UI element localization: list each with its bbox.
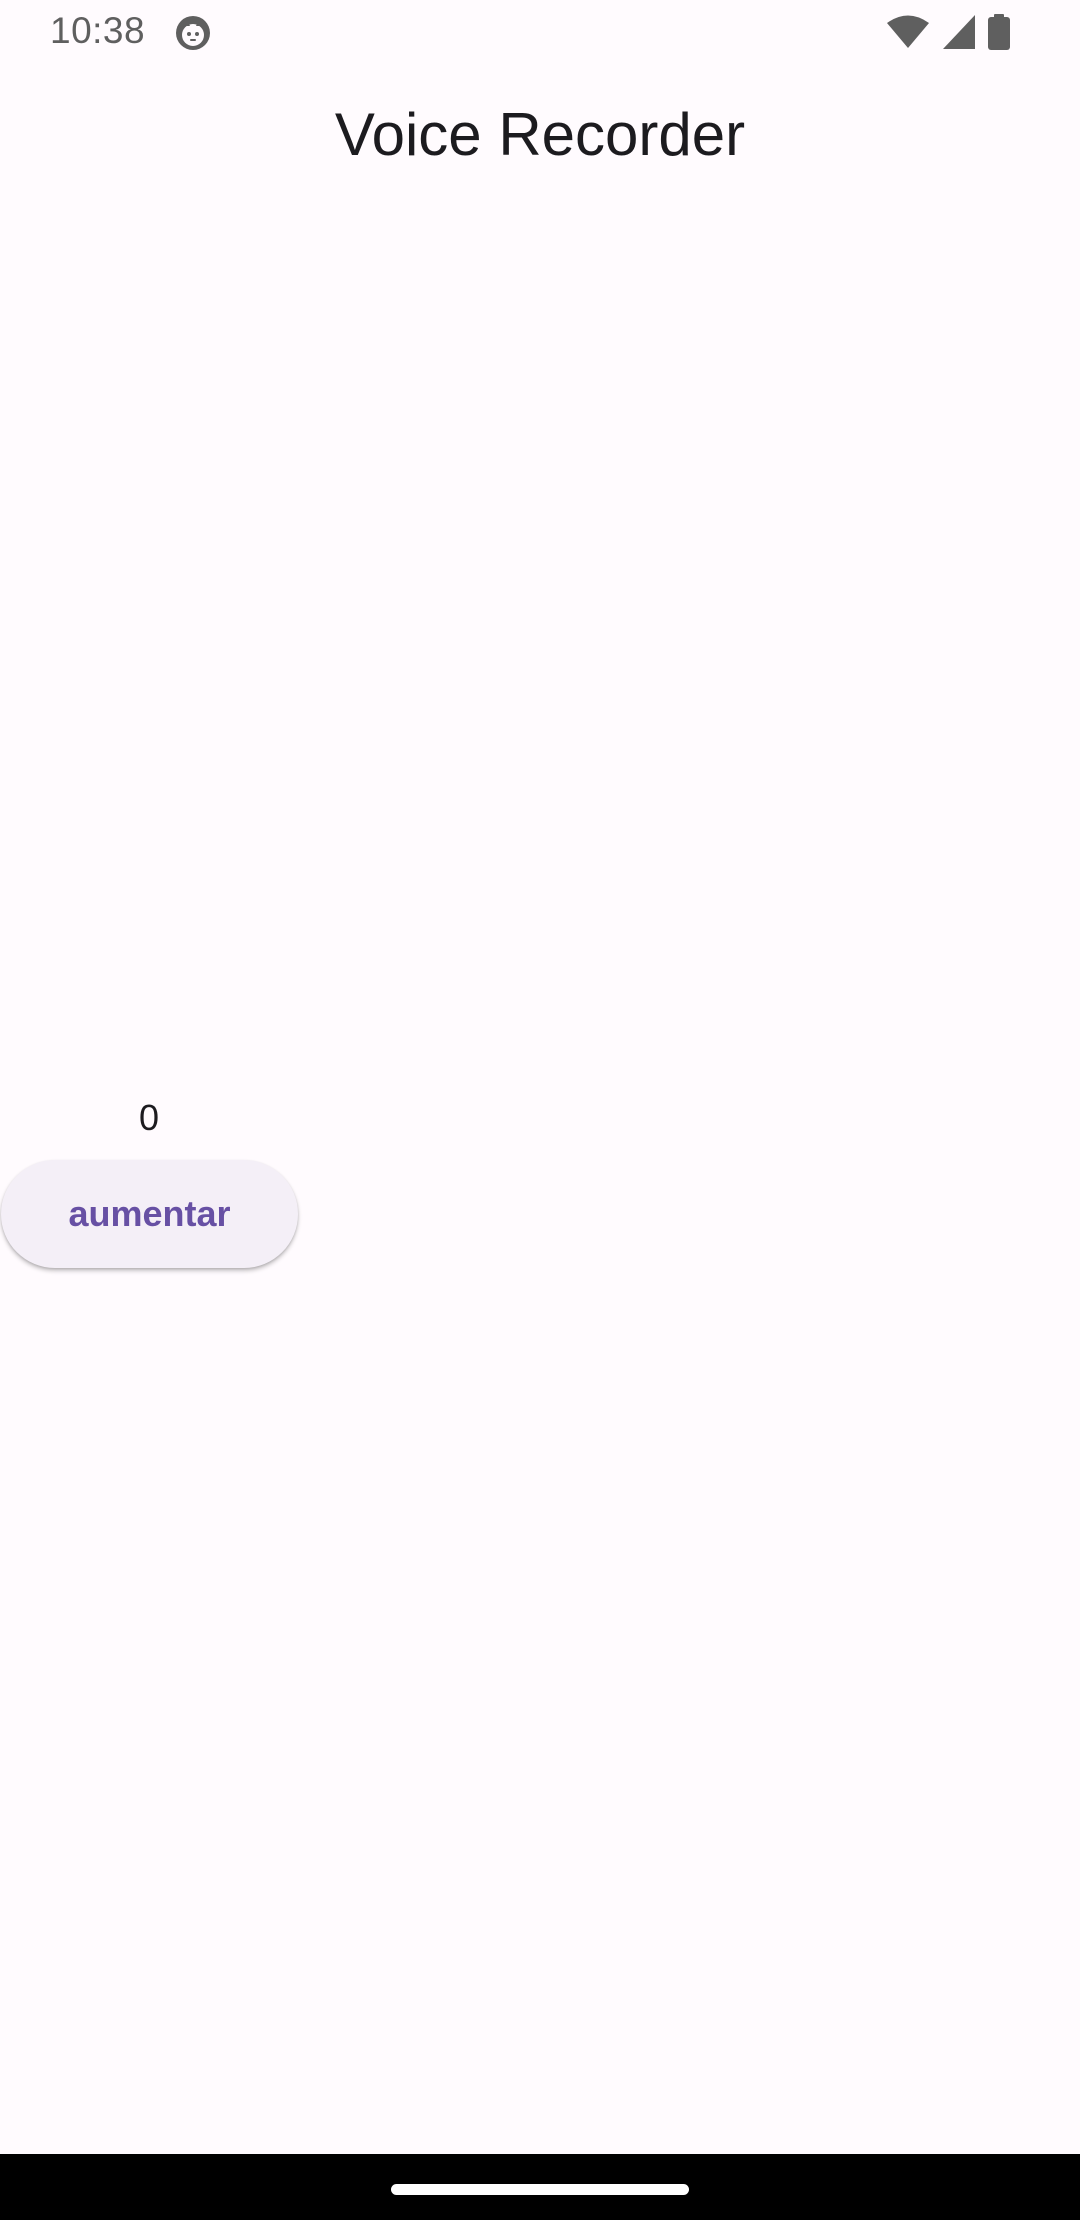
- status-time: 10:38: [50, 10, 146, 51]
- gesture-handle[interactable]: [391, 2184, 689, 2195]
- counter-value: 0: [138, 1097, 160, 1138]
- battery-icon: [988, 13, 1010, 55]
- status-icons: [886, 13, 1010, 55]
- navigation-bar: [0, 2154, 1080, 2220]
- wifi-icon: [886, 14, 930, 55]
- status-bar: 10:38: [0, 0, 1080, 66]
- page-title: Voice Recorder: [334, 101, 746, 168]
- aumentar-button[interactable]: aumentar: [1, 1160, 298, 1268]
- android-notification-icon: [174, 14, 212, 52]
- cell-signal-icon: [942, 14, 976, 55]
